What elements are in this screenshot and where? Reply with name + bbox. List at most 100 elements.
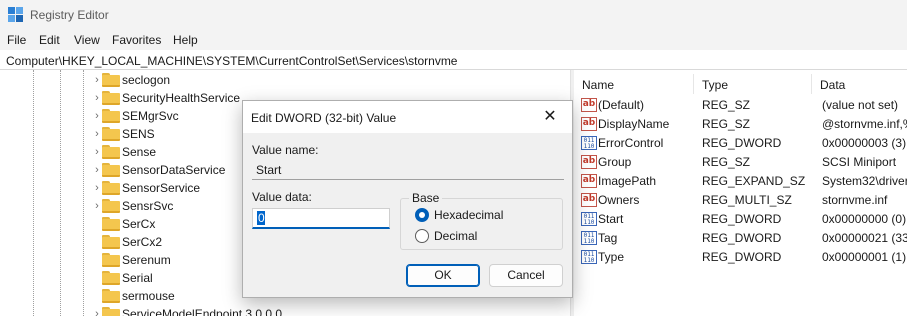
folder-icon (102, 307, 120, 316)
tree-item-label: Serenum (122, 253, 171, 267)
value-type: REG_MULTI_SZ (702, 193, 792, 207)
value-data: 0x00000003 (3) (822, 136, 907, 150)
menu-view[interactable]: View (74, 33, 100, 47)
column-header-name[interactable]: Name (582, 78, 614, 92)
tree-guide-line (83, 70, 84, 316)
hexadecimal-radio[interactable] (415, 208, 429, 222)
tree-item-label: SENS (122, 127, 155, 141)
value-row-owners[interactable]: ab Owners REG_MULTI_SZ stornvme.inf (575, 191, 907, 210)
registry-editor-icon (8, 7, 24, 23)
value-data: stornvme.inf (822, 193, 888, 207)
value-data: 0x00000001 (1) (822, 250, 907, 264)
column-header-type[interactable]: Type (702, 78, 728, 92)
value-name-label: Value name: (252, 143, 319, 157)
value-type: REG_DWORD (702, 212, 782, 226)
string-value-icon: ab (581, 98, 597, 112)
value-data-label: Value data: (252, 190, 312, 204)
folder-icon (102, 271, 120, 285)
value-row-errorcontrol[interactable]: 011 110 ErrorControl REG_DWORD 0x00000003 (3… (575, 134, 907, 153)
tree-item-label: sermouse (122, 289, 175, 303)
value-row-imagepath[interactable]: ab ImagePath REG_EXPAND_SZ System32\drivers (575, 172, 907, 191)
folder-icon (102, 163, 120, 177)
tree-item-label: SensorService (122, 181, 201, 195)
decimal-label[interactable]: Decimal (434, 229, 477, 243)
tree-item-label: SerCx2 (122, 235, 163, 249)
value-type: REG_EXPAND_SZ (702, 174, 806, 188)
tree-item-label: SEMgrSvc (122, 109, 179, 123)
tree-item-label: SecurityHealthService (122, 91, 241, 105)
value-type: REG_DWORD (702, 250, 782, 264)
address-bar[interactable]: Computer\HKEY_LOCAL_MACHINE\SYSTEM\Curre… (0, 50, 907, 70)
menu-edit[interactable]: Edit (39, 33, 60, 47)
value-data: 0x00000000 (0) (822, 212, 907, 226)
tree-item-label: SerCx (122, 217, 156, 231)
value-name: Start (598, 212, 624, 226)
folder-icon (102, 289, 120, 303)
values-pane[interactable]: Name Type Data ab (Default) REG_SZ (value n… (575, 70, 907, 316)
value-name-text: Start (256, 163, 282, 177)
column-header-data[interactable]: Data (820, 78, 845, 92)
folder-icon (102, 91, 120, 105)
column-divider[interactable] (693, 74, 694, 94)
value-type: REG_DWORD (702, 136, 782, 150)
value-name: (Default) (598, 98, 645, 112)
value-name: Type (598, 250, 625, 264)
string-value-icon: ab (581, 193, 597, 207)
value-type: REG_SZ (702, 117, 751, 131)
base-group-label: Base (409, 191, 443, 205)
edit-dword-dialog: Edit DWORD (32-bit) Value ✕ Value name: … (242, 100, 573, 298)
close-icon[interactable]: ✕ (528, 101, 572, 133)
value-row-default[interactable]: ab (Default) REG_SZ (value not set) (575, 96, 907, 115)
value-row-type[interactable]: 011 110 Type REG_DWORD 0x00000001 (1) (575, 248, 907, 267)
value-data: SCSI Miniport (822, 155, 897, 169)
value-name-field: Start (252, 159, 564, 180)
folder-icon (102, 145, 120, 159)
tree-guide-line (60, 70, 61, 316)
folder-icon (102, 127, 120, 141)
menu-help[interactable]: Help (173, 33, 198, 47)
value-name: ErrorControl (598, 136, 664, 150)
tree-guide-line (33, 70, 34, 316)
value-type: REG_SZ (702, 98, 751, 112)
folder-icon (102, 217, 120, 231)
hexadecimal-label[interactable]: Hexadecimal (434, 208, 503, 222)
value-data: (value not set) (822, 98, 899, 112)
cancel-button[interactable]: Cancel (489, 264, 563, 287)
decimal-radio[interactable] (415, 229, 429, 243)
dialog-title-bar[interactable]: Edit DWORD (32-bit) Value ✕ (243, 101, 572, 133)
value-row-group[interactable]: ab Group REG_SZ SCSI Miniport (575, 153, 907, 172)
value-row-displayname[interactable]: ab DisplayName REG_SZ @stornvme.inf,% (575, 115, 907, 134)
tree-item-label: SensorDataService (122, 163, 226, 177)
tree-item-seclogon[interactable]: › seclogon (90, 71, 490, 89)
binary-value-icon: 011 110 (581, 136, 597, 150)
string-value-icon: ab (581, 174, 597, 188)
value-name: Owners (598, 193, 640, 207)
address-path[interactable]: Computer\HKEY_LOCAL_MACHINE\SYSTEM\Curre… (6, 54, 457, 68)
value-data: @stornvme.inf,% (822, 117, 907, 131)
value-data-input[interactable] (252, 208, 390, 229)
value-name: Group (598, 155, 632, 169)
value-row-tag[interactable]: 011 110 Tag REG_DWORD 0x00000021 (33) (575, 229, 907, 248)
ok-button[interactable]: OK (406, 264, 480, 287)
tree-item-label: ServiceModelEndpoint 3.0.0.0 (122, 307, 283, 316)
string-value-icon: ab (581, 117, 597, 131)
title-bar: Registry Editor (0, 0, 907, 30)
base-group: Base Hexadecimal Decimal (400, 191, 563, 250)
binary-value-icon: 011 110 (581, 231, 597, 245)
folder-icon (102, 181, 120, 195)
value-name: ImagePath (598, 174, 657, 188)
tree-item-servicemodelendpoint-3-0-0-0[interactable]: › ServiceModelEndpoint 3.0.0.0 (90, 305, 490, 316)
menu-favorites[interactable]: Favorites (112, 33, 161, 47)
value-data: System32\drivers (822, 174, 907, 188)
column-divider[interactable] (811, 74, 812, 94)
tree-item-label: SensrSvc (122, 199, 174, 213)
binary-value-icon: 011 110 (581, 250, 597, 264)
selected-value-text: 0 (258, 211, 265, 225)
menu-file[interactable]: File (7, 33, 26, 47)
binary-value-icon: 011 110 (581, 212, 597, 226)
window-title: Registry Editor (30, 8, 109, 22)
dialog-title: Edit DWORD (32-bit) Value (251, 111, 397, 125)
tree-item-label: Sense (122, 145, 157, 159)
value-row-start[interactable]: 011 110 Start REG_DWORD 0x00000000 (0) (575, 210, 907, 229)
folder-icon (102, 109, 120, 123)
